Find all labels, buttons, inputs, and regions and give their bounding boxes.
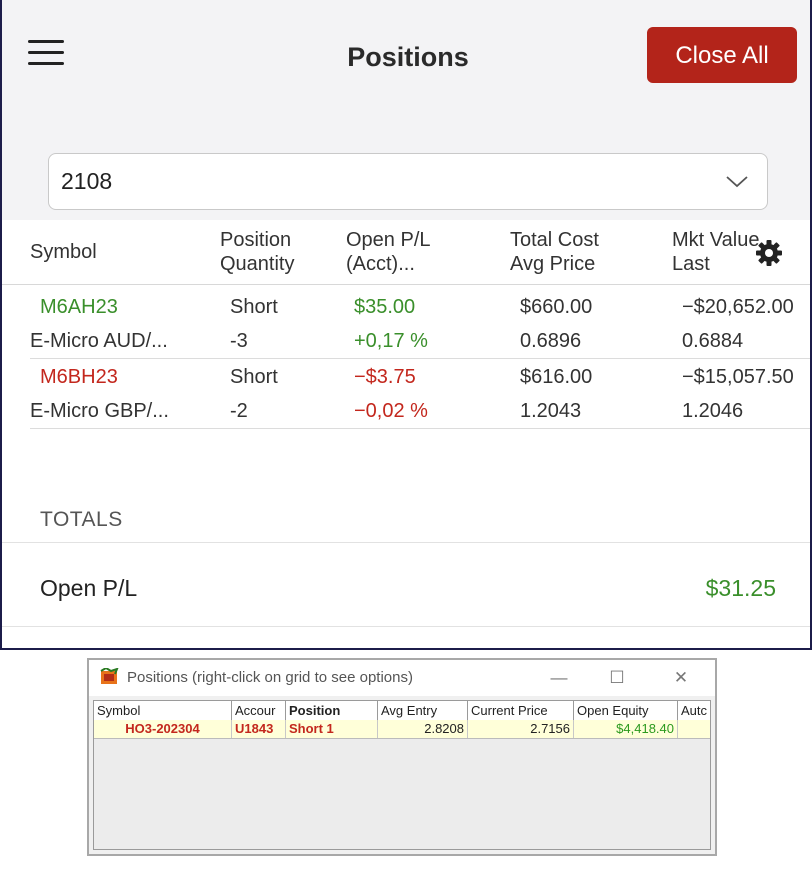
col-current-price[interactable]: Current Price bbox=[468, 701, 574, 720]
col-open-pl[interactable]: Open P/L (Acct)... bbox=[346, 228, 431, 276]
close-icon[interactable]: ✕ bbox=[659, 664, 703, 692]
row-current-price: 2.7156 bbox=[468, 720, 574, 738]
col-auto[interactable]: Autc bbox=[678, 701, 710, 720]
row-last: 0.6884 bbox=[682, 330, 744, 352]
row-description: E-Micro GBP/... bbox=[30, 400, 169, 422]
window-titlebar[interactable]: Positions (right-click on grid to see op… bbox=[89, 660, 715, 696]
row-divider bbox=[30, 428, 810, 429]
col-total-cost[interactable]: Total Cost Avg Price bbox=[510, 228, 599, 276]
row-quantity: -3 bbox=[230, 330, 248, 352]
row-side: Short bbox=[230, 366, 278, 388]
row-auto bbox=[678, 720, 710, 738]
close-all-button[interactable]: Close All bbox=[647, 27, 797, 83]
col-avg-entry[interactable]: Avg Entry bbox=[378, 701, 468, 720]
gear-icon[interactable] bbox=[754, 238, 784, 268]
desktop-positions-window: Positions (right-click on grid to see op… bbox=[87, 658, 717, 856]
col-symbol[interactable]: Symbol bbox=[94, 701, 232, 720]
maximize-icon[interactable]: ☐ bbox=[595, 664, 639, 692]
row-side: Short bbox=[230, 296, 278, 318]
chevron-down-icon bbox=[726, 176, 748, 188]
row-divider bbox=[30, 358, 810, 359]
table-row[interactable]: M6BH23 E-Micro GBP/... Short -2 −$3.75 −… bbox=[2, 360, 810, 430]
row-symbol: M6BH23 bbox=[40, 366, 118, 388]
row-position: Short 1 bbox=[286, 720, 378, 738]
row-open-pl: −$3.75 bbox=[354, 366, 416, 388]
open-pl-total: $31.25 bbox=[705, 575, 776, 601]
row-symbol: M6AH23 bbox=[40, 296, 118, 318]
totals-section: TOTALS Open P/L $31.25 bbox=[2, 430, 810, 648]
account-select[interactable]: 2108 bbox=[48, 153, 768, 210]
row-mkt-value: −$15,057.50 bbox=[682, 366, 794, 388]
row-total-cost: $660.00 bbox=[520, 296, 593, 318]
positions-grid: Symbol Position Quantity Open P/L (Acct)..… bbox=[2, 220, 810, 430]
app-icon bbox=[100, 668, 119, 684]
totals-heading: TOTALS bbox=[40, 508, 123, 531]
table-row[interactable]: M6AH23 E-Micro AUD/... Short -3 $35.00 +… bbox=[2, 290, 810, 360]
row-avg-entry: 2.8208 bbox=[378, 720, 468, 738]
grid-header: Symbol Accour Position Avg Entry Current… bbox=[94, 701, 710, 721]
row-total-cost: $616.00 bbox=[520, 366, 593, 388]
table-row[interactable]: HO3-202304 U1843 Short 1 2.8208 2.7156 $… bbox=[94, 720, 710, 739]
row-open-pl: $35.00 bbox=[354, 296, 416, 318]
row-account: U1843 bbox=[232, 720, 286, 738]
row-description: E-Micro AUD/... bbox=[30, 330, 168, 352]
row-quantity: -2 bbox=[230, 400, 248, 422]
row-open-pl-pct: −0,02 % bbox=[354, 400, 428, 422]
positions-grid[interactable]: Symbol Accour Position Avg Entry Current… bbox=[93, 700, 711, 850]
account-value: 2108 bbox=[61, 168, 113, 194]
col-position[interactable]: Position bbox=[286, 701, 378, 720]
window-title: Positions (right-click on grid to see op… bbox=[127, 669, 413, 686]
row-avg-price: 1.2043 bbox=[520, 400, 582, 422]
minimize-icon[interactable]: — bbox=[537, 664, 581, 692]
row-open-equity: $4,418.40 bbox=[574, 720, 678, 738]
row-mkt-value: −$20,652.00 bbox=[682, 296, 794, 318]
row-avg-price: 0.6896 bbox=[520, 330, 582, 352]
row-symbol: HO3-202304 bbox=[94, 720, 232, 738]
col-symbol[interactable]: Symbol bbox=[30, 240, 97, 264]
grid-header: Symbol Position Quantity Open P/L (Acct)..… bbox=[2, 220, 810, 285]
mobile-positions-panel: Positions Close All 2108 Symbol Position… bbox=[0, 0, 812, 650]
col-account[interactable]: Accour bbox=[232, 701, 286, 720]
row-open-pl-pct: +0,17 % bbox=[354, 330, 428, 352]
divider bbox=[2, 542, 810, 543]
row-last: 1.2046 bbox=[682, 400, 744, 422]
divider bbox=[2, 626, 810, 627]
col-position-quantity[interactable]: Position Quantity bbox=[220, 228, 294, 276]
col-mkt-value[interactable]: Mkt Value Last bbox=[672, 228, 759, 276]
open-pl-label: Open P/L bbox=[40, 575, 138, 601]
col-open-equity[interactable]: Open Equity bbox=[574, 701, 678, 720]
